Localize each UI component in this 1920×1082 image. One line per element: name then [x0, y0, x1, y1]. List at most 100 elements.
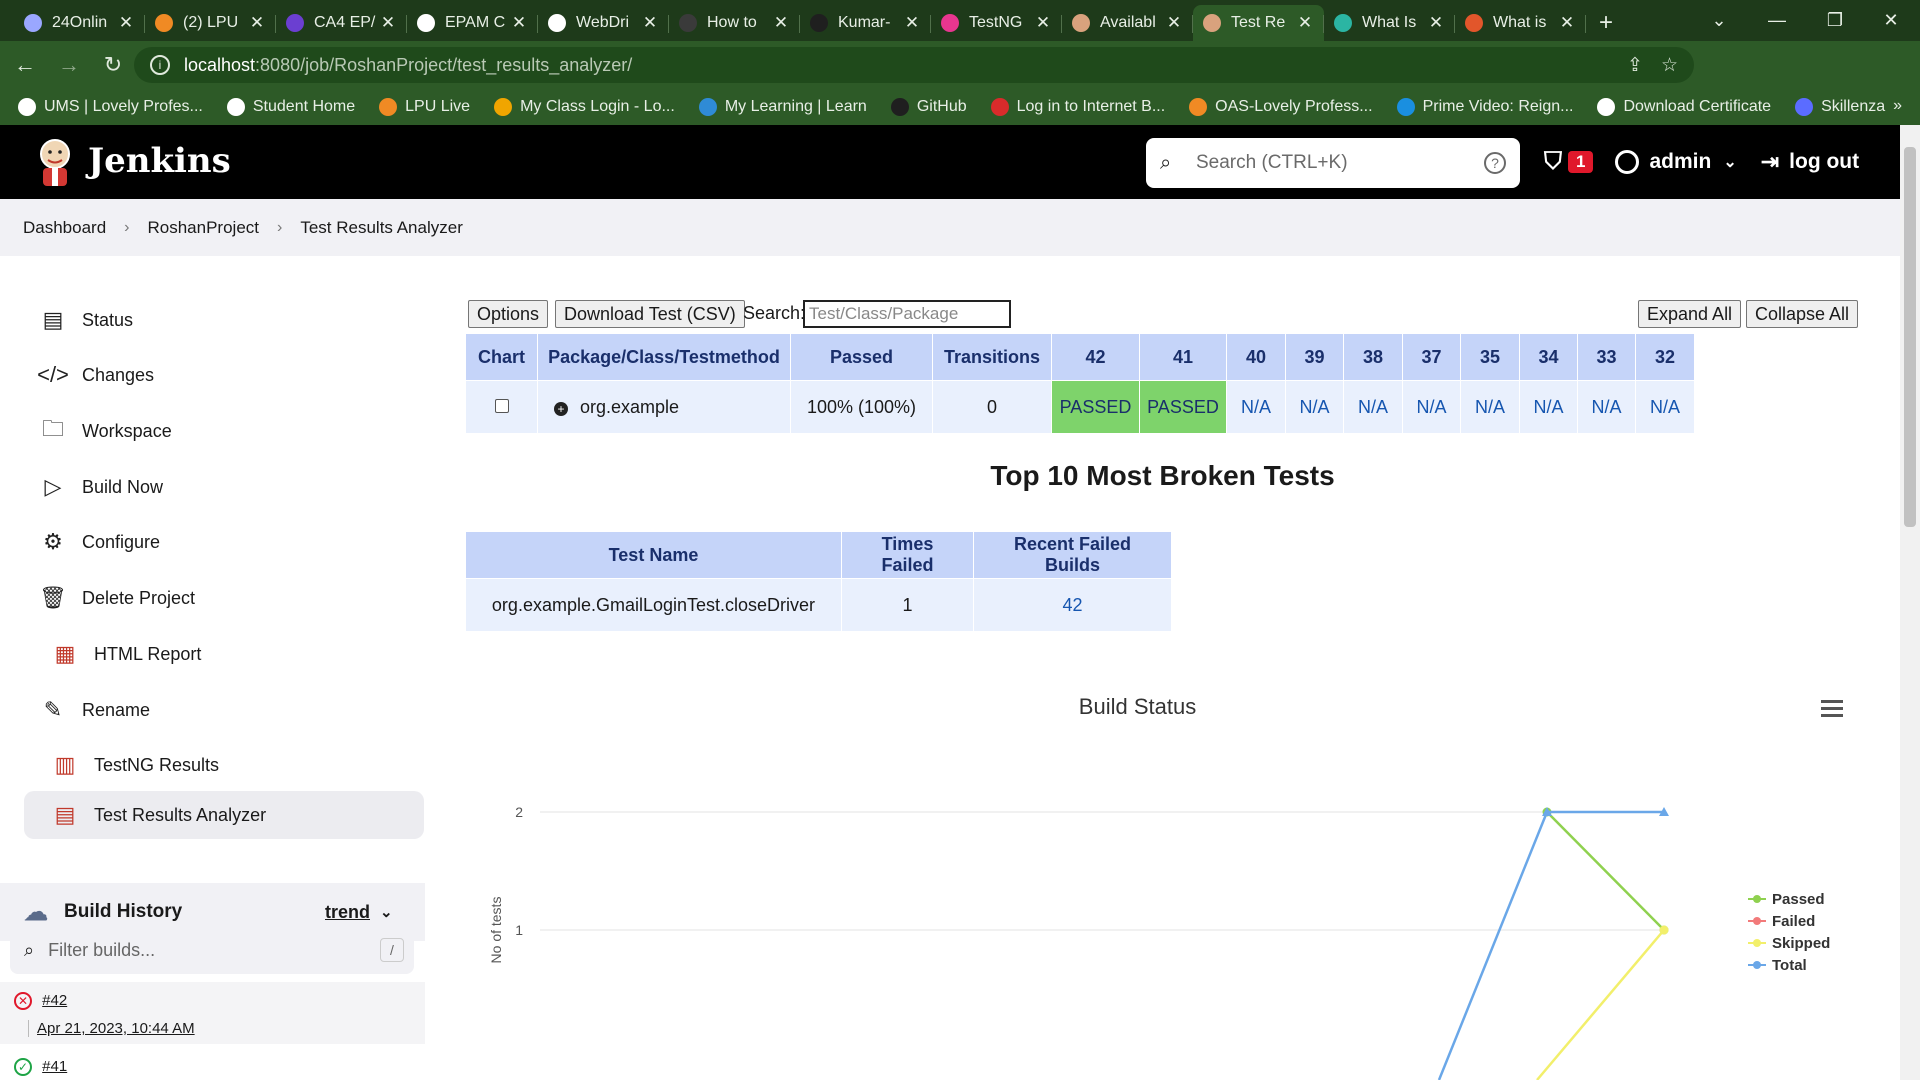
build-link[interactable]: #41 — [42, 1058, 67, 1075]
share-icon[interactable]: ⇪ — [1627, 54, 1643, 77]
breadcrumb-current[interactable]: Test Results Analyzer — [300, 218, 463, 238]
tab-close-icon[interactable]: ✕ — [510, 13, 528, 33]
breadcrumb-project[interactable]: RoshanProject — [148, 218, 260, 238]
collapse-all-button[interactable]: Collapse All — [1746, 300, 1859, 328]
browser-tab[interactable]: What Is ✕ — [1324, 5, 1455, 41]
help-icon[interactable]: ? — [1484, 152, 1506, 174]
browser-tab[interactable]: EPAM C ✕ — [407, 5, 538, 41]
sidebar-item-configure[interactable]: ⚙ Configure — [24, 518, 424, 566]
bookmark-item[interactable]: LPU Live — [379, 98, 470, 116]
tab-close-icon[interactable]: ✕ — [1034, 13, 1052, 33]
logout-link[interactable]: log out — [1789, 150, 1859, 174]
browser-tab[interactable]: What is ✕ — [1455, 5, 1586, 41]
site-info-icon[interactable]: i — [150, 55, 170, 75]
bookmark-item[interactable]: My Learning | Learn — [698, 98, 867, 116]
browser-tab-strip: 24Onlin ✕ (2) LPU ✕ CA4 EP/✕ EPAM C ✕ WebDri ✕ Ho… — [0, 0, 1920, 41]
bookmark-star-icon[interactable]: ☆ — [1661, 54, 1678, 77]
scrollbar-thumb[interactable] — [1904, 147, 1916, 527]
expand-icon[interactable]: + — [554, 401, 568, 416]
bookmark-item[interactable]: OAS-Lovely Profess... — [1189, 98, 1373, 116]
jenkins-search-field[interactable]: ⌕ Search (CTRL+K) ? — [1146, 138, 1520, 188]
legend-item-failed[interactable]: Failed — [1748, 910, 1830, 932]
legend-item-passed[interactable]: Passed — [1748, 888, 1830, 910]
legend-item-skipped[interactable]: Skipped — [1748, 932, 1830, 954]
download-csv-button[interactable]: Download Test (CSV) — [555, 300, 745, 328]
tab-close-icon[interactable]: ✕ — [903, 13, 921, 33]
bookmark-item[interactable]: Download Certificate — [1597, 98, 1771, 116]
browser-tab[interactable]: WebDri ✕ — [538, 5, 669, 41]
bookmark-item[interactable]: GitHub — [890, 98, 967, 116]
jenkins-logo-icon[interactable] — [36, 137, 74, 187]
bookmark-item[interactable]: My Class Login - Lo... — [494, 98, 675, 116]
browser-tab[interactable]: (2) LPU ✕ — [145, 5, 276, 41]
sidebar-item-changes[interactable]: </> Changes — [24, 351, 424, 399]
tab-close-icon[interactable]: ✕ — [772, 13, 790, 33]
close-window-icon[interactable]: ✕ — [1862, 0, 1920, 41]
url-field[interactable]: i localhost:8080/job/RoshanProject/test_… — [134, 47, 1694, 83]
bookmark-label: Skillenza — [1821, 98, 1886, 115]
browser-tab[interactable]: Test Re ✕ — [1193, 5, 1324, 41]
sidebar-item-testng-results[interactable]: ▥ TestNG Results — [24, 741, 424, 789]
chevron-down-icon[interactable]: ⌄ — [380, 903, 393, 921]
browser-tab[interactable]: Kumar- ✕ — [800, 5, 931, 41]
sidebar-item-test-results-analyzer[interactable]: ▤ Test Results Analyzer — [24, 791, 424, 839]
bookmark-item[interactable]: UMS | Lovely Profes... — [18, 98, 203, 116]
browser-tab[interactable]: 24Onlin ✕ — [14, 5, 145, 41]
build-link[interactable]: #42 — [42, 992, 67, 1009]
trend-link[interactable]: trend — [325, 902, 370, 923]
sidebar-item-rename[interactable]: ✎ Rename — [24, 686, 424, 734]
window-dropdown-icon[interactable]: ⌄ — [1690, 0, 1748, 41]
bookmark-item[interactable]: Student Home — [226, 98, 355, 116]
bookmark-item[interactable]: Prime Video: Reign... — [1396, 98, 1573, 116]
tab-close-icon[interactable]: ✕ — [248, 13, 266, 33]
chart-checkbox[interactable] — [494, 398, 509, 413]
jenkins-title[interactable]: Jenkins — [88, 141, 231, 181]
expand-all-button[interactable]: Expand All — [1638, 300, 1742, 328]
sidebar-item-delete-project[interactable]: 🗑 Delete Project — [24, 574, 424, 622]
tab-close-icon[interactable]: ✕ — [117, 13, 135, 33]
tab-label: TestNG — [969, 14, 1023, 31]
new-tab-icon[interactable]: + — [1586, 5, 1626, 41]
legend-item-total[interactable]: Total — [1748, 954, 1830, 976]
browser-tab[interactable]: How to ✕ — [669, 5, 800, 41]
test-search-input[interactable]: Test/Class/Package — [803, 300, 1011, 328]
page-scrollbar[interactable] — [1900, 125, 1920, 1080]
sidebar-item-workspace[interactable]: 🗀 Workspace — [24, 407, 424, 455]
alert-count-badge[interactable]: 1 — [1568, 151, 1594, 173]
tab-label: (2) LPU — [183, 14, 239, 31]
sidebar-item-build-now[interactable]: ▷ Build Now — [24, 463, 424, 511]
filter-builds-input[interactable]: ⌕ Filter builds... / — [10, 926, 414, 974]
reload-icon[interactable]: ↻ — [94, 46, 132, 84]
sidebar-item-html-report[interactable]: ▦ HTML Report — [24, 630, 424, 678]
browser-tab[interactable]: CA4 EP/✕ — [276, 5, 407, 41]
bookmark-item[interactable]: Log in to Internet B... — [990, 98, 1165, 116]
chevron-down-icon[interactable]: ⌄ — [1723, 152, 1736, 172]
back-icon[interactable]: ← — [6, 46, 44, 84]
tab-favicon-icon — [155, 14, 173, 32]
tab-favicon-icon — [286, 14, 304, 32]
sidebar-item-status[interactable]: ▤ Status — [24, 296, 424, 344]
bookmarks-more-icon[interactable]: » — [1893, 97, 1902, 115]
recent-failed-builds-link[interactable]: 42 — [973, 578, 1172, 632]
tab-close-icon[interactable]: ✕ — [379, 13, 397, 33]
build-date-link[interactable]: Apr 21, 2023, 10:44 AM — [37, 1020, 195, 1037]
package-name[interactable]: org.example — [580, 397, 679, 417]
tab-close-icon[interactable]: ✕ — [1558, 13, 1576, 33]
forward-icon[interactable]: → — [50, 46, 88, 84]
user-name-link[interactable]: admin — [1649, 150, 1711, 174]
chart-menu-icon[interactable] — [1821, 700, 1843, 721]
tab-close-icon[interactable]: ✕ — [641, 13, 659, 33]
browser-tab[interactable]: TestNG ✕ — [931, 5, 1062, 41]
tab-close-icon[interactable]: ✕ — [1296, 13, 1314, 33]
build-failed-icon: ✕ — [14, 992, 32, 1010]
maximize-icon[interactable]: ❐ — [1806, 0, 1864, 41]
breadcrumb-dashboard[interactable]: Dashboard — [23, 218, 106, 238]
bookmark-item[interactable]: Skillenza — [1795, 98, 1885, 116]
options-button[interactable]: Options — [468, 300, 549, 328]
tab-close-icon[interactable]: ✕ — [1165, 13, 1183, 33]
tab-close-icon[interactable]: ✕ — [1427, 13, 1445, 33]
browser-tab[interactable]: Availabl ✕ — [1062, 5, 1193, 41]
minimize-icon[interactable]: — — [1748, 0, 1806, 41]
bookmark-favicon-icon — [1795, 98, 1814, 116]
security-shield-icon[interactable]: ⛉ — [1544, 148, 1562, 176]
